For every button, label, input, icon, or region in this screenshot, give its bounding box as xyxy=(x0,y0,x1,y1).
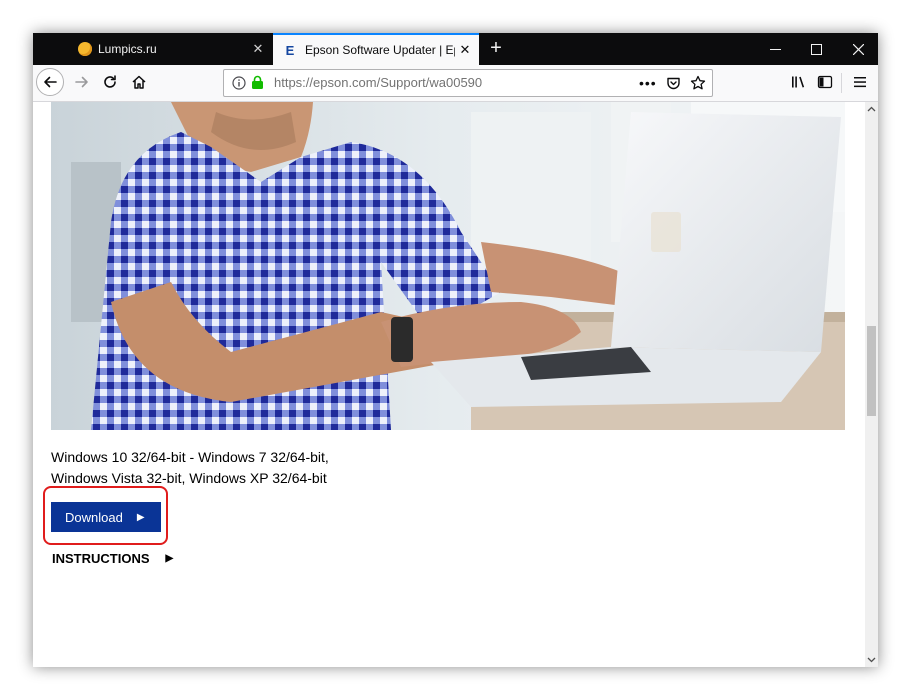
library-icon xyxy=(792,76,805,88)
download-label: Download xyxy=(65,509,123,525)
play-arrow-icon: ▶ xyxy=(136,511,145,523)
maximize-icon[interactable] xyxy=(796,33,836,65)
toolbar-divider xyxy=(841,73,842,93)
man-typing-on-laptop-image xyxy=(51,102,845,430)
tab-title: Epson Software Updater | Epson xyxy=(305,43,455,57)
close-tab-icon[interactable]: ✕ xyxy=(455,42,475,58)
instructions-label: INSTRUCTIONS xyxy=(52,551,150,566)
supported-os-text: Windows 10 32/64-bit - Windows 7 32/64-b… xyxy=(51,447,371,489)
forward-arrow-icon xyxy=(75,76,88,88)
tab-lumpics[interactable]: Lumpics.ru ✕ xyxy=(68,33,272,65)
tab-title: Lumpics.ru xyxy=(98,42,157,56)
new-tab-icon[interactable]: + xyxy=(484,37,508,61)
bookmark-star-icon[interactable] xyxy=(690,75,706,91)
menu-button[interactable] xyxy=(848,70,872,94)
instructions-link[interactable]: INSTRUCTIONS ▶ xyxy=(52,551,173,566)
library-button[interactable] xyxy=(786,70,810,94)
close-window-icon[interactable] xyxy=(838,33,878,65)
nav-toolbar: https://epson.com/Support/wa00590 ••• xyxy=(33,65,878,102)
hero-photo xyxy=(51,102,845,430)
info-icon[interactable] xyxy=(232,76,246,90)
address-bar[interactable]: https://epson.com/Support/wa00590 ••• xyxy=(223,69,713,97)
sidebar-icon xyxy=(817,75,833,89)
minimize-icon[interactable] xyxy=(755,33,795,65)
download-button[interactable]: Download ▶ xyxy=(51,502,161,532)
os-line-1: Windows 10 32/64-bit - Windows 7 32/64-b… xyxy=(51,449,329,465)
forward-button[interactable] xyxy=(70,70,94,94)
back-arrow-icon xyxy=(44,76,57,88)
tab-epson[interactable]: E Epson Software Updater | Epson ✕ xyxy=(273,33,479,65)
scroll-up-icon[interactable] xyxy=(867,106,876,112)
scroll-down-icon[interactable] xyxy=(867,657,876,663)
close-tab-icon[interactable]: ✕ xyxy=(248,41,268,57)
epson-favicon-icon: E xyxy=(285,42,295,58)
hamburger-menu-icon xyxy=(854,77,866,88)
page-actions-icon[interactable]: ••• xyxy=(639,70,657,96)
back-button[interactable] xyxy=(36,68,64,96)
tab-bar: Lumpics.ru ✕ E Epson Software Updater | … xyxy=(33,33,878,65)
vertical-scrollbar[interactable] xyxy=(865,102,878,667)
home-button[interactable] xyxy=(127,70,151,94)
lock-icon xyxy=(252,75,263,89)
home-icon xyxy=(132,75,146,89)
scrollbar-thumb[interactable] xyxy=(867,326,876,416)
play-arrow-icon: ▶ xyxy=(165,553,174,564)
reload-icon xyxy=(104,75,116,88)
lumpics-favicon-icon xyxy=(78,42,92,56)
pocket-icon[interactable] xyxy=(666,76,681,91)
page-content: Windows 10 32/64-bit - Windows 7 32/64-b… xyxy=(33,102,865,667)
url-text: https://epson.com/Support/wa00590 xyxy=(274,75,483,90)
reload-button[interactable] xyxy=(98,70,122,94)
sidebar-button[interactable] xyxy=(813,70,837,94)
browser-window: Lumpics.ru ✕ E Epson Software Updater | … xyxy=(33,33,878,667)
